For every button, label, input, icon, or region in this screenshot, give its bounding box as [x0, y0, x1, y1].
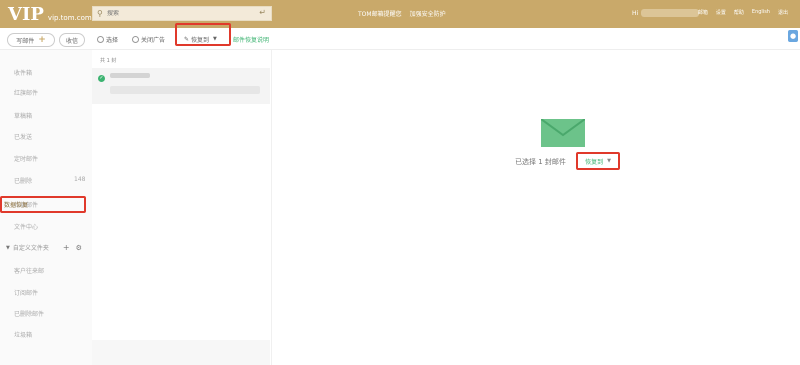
checkmark-icon[interactable]: ✓	[98, 75, 105, 82]
folder-label: 已删除	[14, 178, 33, 185]
mail-list: 共 1 封 ✓	[92, 50, 272, 365]
sidebar-item-scheduled[interactable]: 定时邮件	[14, 154, 38, 163]
sidebar-item-deleted[interactable]: 已删除 148	[14, 176, 85, 185]
logo[interactable]: VIP vip.tom.com	[8, 4, 92, 25]
restore-to-button[interactable]: 恢复到 ▼	[576, 152, 620, 170]
list-item[interactable]: ✓	[92, 68, 270, 104]
folder-label: 定时邮件	[14, 156, 39, 163]
write-mail-label: 写邮件	[16, 37, 35, 45]
toolbar: 写邮件 + 收信 选择 关闭广告 ✎ 恢复到 ▼ 邮件恢复说明	[0, 28, 800, 50]
list-count: 共 1 封	[100, 58, 117, 64]
restore-help-label: 邮件恢复说明	[233, 36, 270, 44]
account-name-blurred	[641, 9, 700, 17]
selected-count-text: 已选择 1 封邮件	[515, 158, 566, 166]
promo-text: TOM邮箱提醒您 加强安全防护	[358, 9, 446, 18]
search-input[interactable]	[107, 10, 257, 17]
restore-to-button-label: 恢复到	[585, 158, 604, 166]
folder-label: 已发送	[14, 134, 33, 141]
chevron-down-icon: ▼	[607, 158, 611, 164]
sidebar-item-inbox[interactable]: 收件箱	[14, 68, 32, 77]
close-ad-option[interactable]: 关闭广告	[132, 34, 165, 44]
list-footer	[92, 340, 270, 365]
top-link-mail[interactable]: 邮箱	[698, 9, 708, 16]
top-links: 邮箱 设置 帮助 English 退出	[698, 9, 788, 16]
write-mail-button[interactable]: 写邮件 +	[7, 33, 55, 47]
folder-label: 草稿箱	[14, 113, 33, 120]
promo-2[interactable]: 加强安全防护	[410, 9, 446, 18]
plus-icon: +	[38, 35, 46, 45]
logo-vip: VIP	[8, 4, 44, 25]
preview-pane: 已选择 1 封邮件 恢复到 ▼	[272, 50, 800, 365]
side-tab-icon[interactable]: ●	[788, 30, 798, 42]
search-icon: ⚲	[97, 9, 103, 18]
receive-button[interactable]: 收信	[59, 33, 85, 47]
promo-1[interactable]: TOM邮箱提醒您	[358, 9, 402, 18]
select-radio-icon[interactable]	[97, 35, 104, 43]
sidebar-item-drafts[interactable]: 草稿箱	[14, 111, 32, 120]
logo-domain: vip.tom.com	[47, 14, 92, 22]
folder-label: 红旗邮件	[14, 90, 39, 97]
sender-blurred	[110, 73, 150, 78]
sidebar-item-flagged[interactable]: 红旗邮件	[14, 88, 38, 97]
enter-icon[interactable]: ↵	[259, 8, 266, 17]
envelope-icon	[541, 119, 585, 147]
folder-label: 收件箱	[14, 70, 33, 77]
close-ad-clock-icon	[132, 35, 139, 43]
search-box[interactable]: ⚲ ↵	[92, 6, 272, 21]
top-bar: VIP vip.tom.com ⚲ ↵ TOM邮箱提醒您 加强安全防护 Hi 邮…	[0, 0, 800, 28]
folder-count: 148	[74, 176, 86, 183]
account-greeting: Hi	[632, 9, 639, 17]
account-info[interactable]: Hi	[632, 9, 702, 17]
top-link-logout[interactable]: 退出	[778, 9, 788, 16]
select-label: 选择	[106, 36, 119, 44]
subject-blurred	[110, 86, 260, 94]
top-link-help[interactable]: 帮助	[734, 9, 744, 16]
sidebar-item-sent[interactable]: 已发送	[14, 132, 32, 141]
select-option[interactable]: 选择	[97, 34, 118, 44]
top-link-english[interactable]: English	[752, 9, 770, 16]
restore-help-link[interactable]: 邮件恢复说明	[233, 34, 269, 44]
top-link-settings[interactable]: 设置	[716, 9, 726, 16]
data-restore-highlight-box	[0, 196, 86, 213]
receive-label: 收信	[65, 37, 78, 45]
close-ad-label: 关闭广告	[141, 36, 166, 44]
restore-highlight-box	[175, 23, 231, 46]
